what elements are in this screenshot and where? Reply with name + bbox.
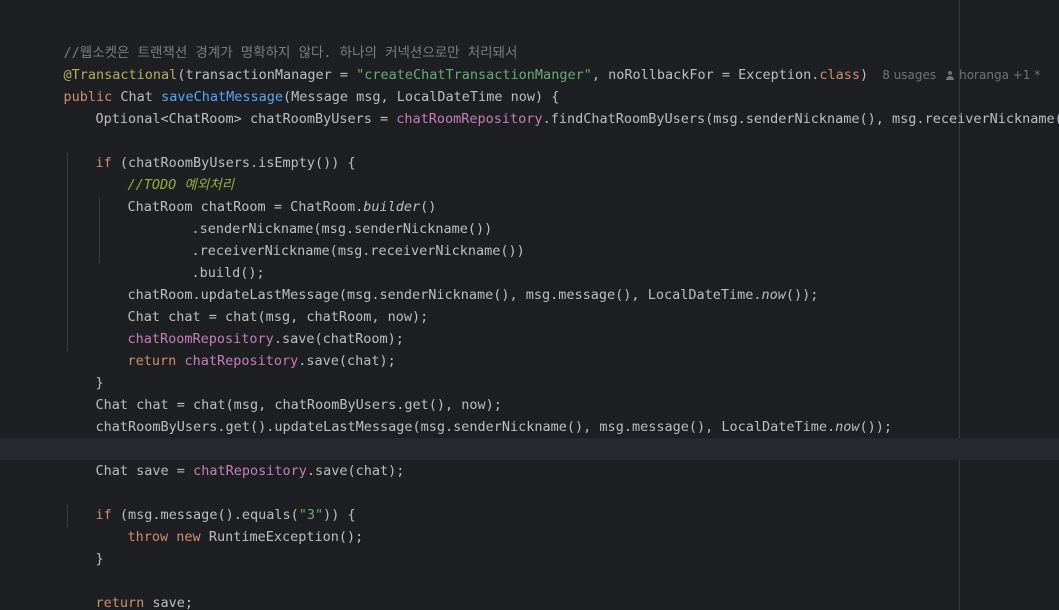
code-line[interactable]: if (msg.message().equals("3")) { [0, 482, 1059, 523]
code-line[interactable]: .senderNickname(msg.senderNickname()) [0, 196, 1059, 237]
code-line[interactable]: .build(); [0, 240, 1059, 281]
code-line[interactable]: chatRoomRepository.save(chatRoom); [0, 306, 1059, 347]
code-text: Optional<ChatRoom> chatRoomByUsers = [95, 111, 397, 127]
static-method-call: now [835, 419, 860, 435]
code-line[interactable]: ChatRoom chatRoom = ChatRoom.builder() [0, 174, 1059, 215]
code-line[interactable]: chatRoomByUsers.get().updateLastMessage(… [0, 394, 1059, 435]
field-reference: chatRoomRepository [396, 111, 543, 127]
code-editor[interactable]: //웹소켓은 트랜잭션 경계가 명확하지 않다. 하나의 커넥션으로만 처리돼서… [0, 0, 1059, 610]
code-line[interactable]: } [0, 592, 1059, 610]
code-line[interactable]: return chatRepository.save(chat); [0, 328, 1059, 369]
code-text: .findChatRoomByUsers(msg.senderNickname(… [542, 111, 1059, 127]
code-line[interactable]: } [0, 350, 1059, 391]
code-line[interactable]: Optional<ChatRoom> chatRoomByUsers = cha… [0, 86, 1059, 127]
code-text: chatRoomByUsers.get().updateLastMessage(… [95, 419, 836, 435]
code-text: Chat save = [95, 463, 194, 479]
code-line[interactable]: return save; [0, 570, 1059, 610]
code-line[interactable]: throw new RuntimeException(); [0, 504, 1059, 545]
code-line[interactable]: public Chat saveChatMessage(Message msg,… [0, 64, 1059, 105]
code-line-current[interactable]: Chat save = chatRepository.save(chat); [0, 438, 1059, 479]
code-line[interactable]: .receiverNickname(msg.receiverNickname()… [0, 218, 1059, 259]
code-line[interactable]: } [0, 526, 1059, 567]
code-text: .save(chat); [306, 463, 405, 479]
code-line[interactable]: Chat chat = chat(msg, chatRoom, now); [0, 284, 1059, 325]
code-line[interactable]: //TODO 예외처리 [0, 152, 1059, 193]
code-line[interactable]: Chat chat = chat(msg, chatRoomByUsers.ge… [0, 372, 1059, 413]
code-line[interactable]: @Transactional(transactionManager = "cre… [0, 42, 1059, 83]
code-text: ()); [859, 419, 893, 435]
code-line[interactable]: if (chatRoomByUsers.isEmpty()) { [0, 130, 1059, 171]
field-reference: chatRepository [193, 463, 307, 479]
code-line[interactable]: chatRoom.updateLastMessage(msg.senderNic… [0, 262, 1059, 303]
close-brace: } [95, 551, 104, 567]
code-line[interactable]: //웹소켓은 트랜잭션 경계가 명확하지 않다. 하나의 커넥션으로만 처리돼서 [0, 20, 1059, 61]
